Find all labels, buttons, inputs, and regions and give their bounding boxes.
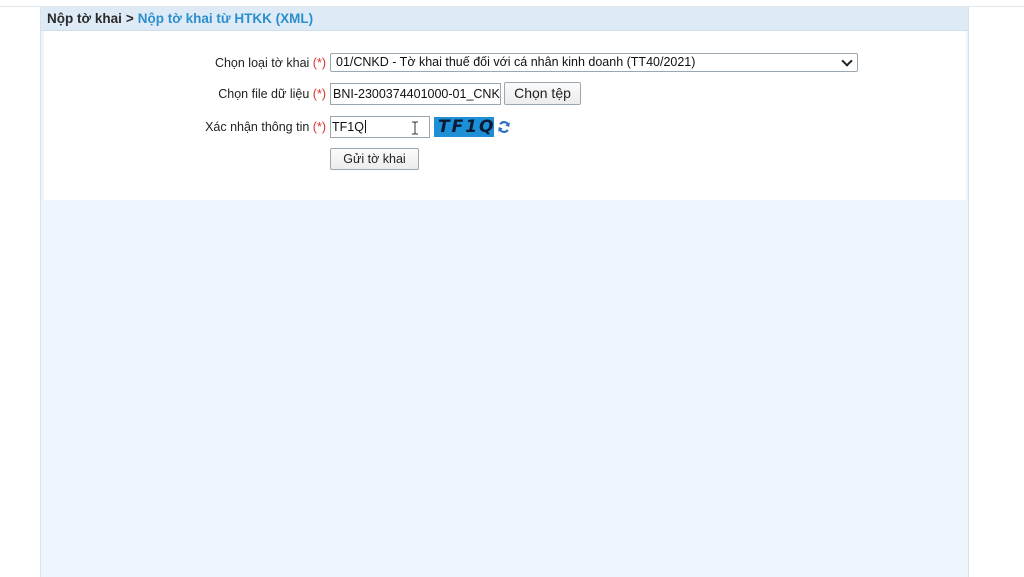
data-file-row: Chọn file dữ liệu (*) BNI-2300374401000-… bbox=[44, 82, 966, 106]
required-mark: (*) bbox=[312, 56, 326, 70]
chevron-down-icon bbox=[841, 55, 853, 67]
refresh-icon[interactable] bbox=[497, 120, 511, 134]
declaration-type-select[interactable]: 01/CNKD - Tờ khai thuế đối với cá nhân k… bbox=[330, 53, 858, 72]
file-name-field[interactable]: BNI-2300374401000-01_CNKD bbox=[330, 83, 501, 105]
verification-row: Xác nhận thông tin (*) TF1Q TF1Q bbox=[44, 115, 966, 139]
declaration-type-row: Chọn loại tờ khai (*) 01/CNKD - Tờ khai … bbox=[44, 51, 966, 75]
breadcrumb-root[interactable]: Nộp tờ khai bbox=[47, 11, 122, 26]
verification-label-text: Xác nhận thông tin bbox=[205, 120, 310, 134]
choose-file-button[interactable]: Chọn tệp bbox=[504, 82, 581, 105]
breadcrumb-separator: > bbox=[125, 11, 134, 26]
captcha-image: TF1Q bbox=[434, 117, 494, 137]
verification-label: Xác nhận thông tin (*) bbox=[205, 115, 326, 139]
breadcrumb-current: Nộp tờ khai từ HTKK (XML) bbox=[137, 11, 314, 26]
declaration-type-label-text: Chọn loại tờ khai bbox=[214, 56, 310, 70]
data-file-label-text: Chọn file dữ liệu bbox=[218, 87, 310, 101]
text-cursor-icon bbox=[412, 121, 418, 135]
breadcrumb: Nộp tờ khai > Nộp tờ khai từ HTKK (XML) bbox=[41, 7, 968, 31]
required-mark: (*) bbox=[312, 87, 326, 101]
captcha-input-value: TF1Q bbox=[332, 120, 364, 134]
data-file-label: Chọn file dữ liệu (*) bbox=[218, 82, 326, 106]
declaration-type-label: Chọn loại tờ khai (*) bbox=[215, 51, 326, 75]
submit-declaration-button[interactable]: Gửi tờ khai bbox=[330, 148, 419, 170]
submission-form: Chọn loại tờ khai (*) 01/CNKD - Tờ khai … bbox=[44, 31, 966, 200]
text-caret bbox=[364, 120, 366, 133]
main-panel: Nộp tờ khai > Nộp tờ khai từ HTKK (XML) Ch… bbox=[40, 7, 969, 577]
required-mark: (*) bbox=[312, 120, 326, 134]
declaration-type-selected: 01/CNKD - Tờ khai thuế đối với cá nhân k… bbox=[336, 55, 696, 69]
